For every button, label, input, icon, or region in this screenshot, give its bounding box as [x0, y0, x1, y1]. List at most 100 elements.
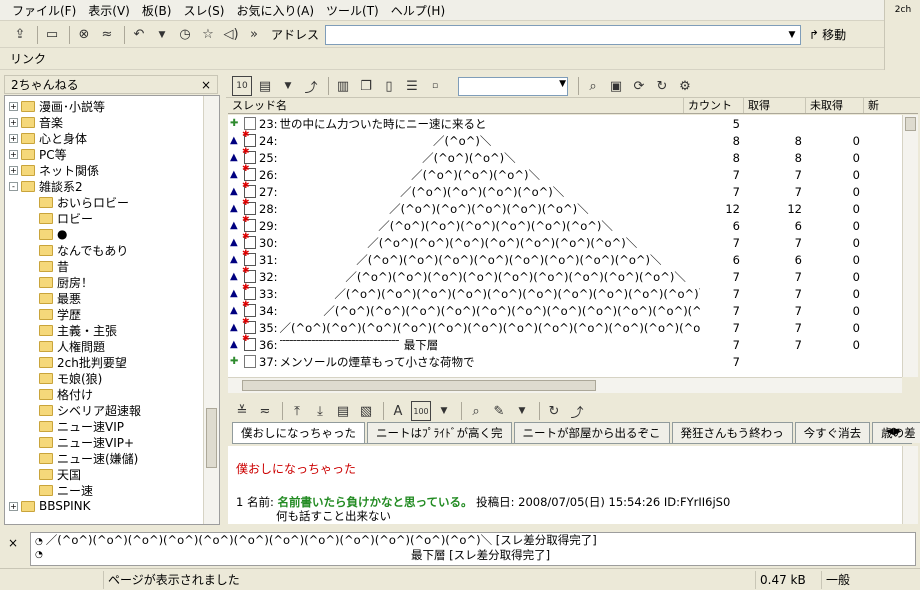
menu-item[interactable]: ヘルプ(H)	[385, 2, 451, 19]
thread-row[interactable]: ✚ 23: 世の中にム力ついた時にニー速に来ると 5	[228, 115, 902, 132]
thread-row[interactable]: ▲ ✱ 24: ／(^o^)＼ 8 8 0	[228, 130, 902, 149]
expand-icon[interactable]: +	[9, 101, 18, 111]
stop-icon[interactable]: ⊗	[74, 25, 94, 45]
thread-row[interactable]: ▲ ✱ 30: ／(^o^)(^o^)(^o^)(^o^)(^o^)(^o^)(^o…	[228, 232, 902, 251]
tree-item[interactable]: 格付け	[7, 386, 203, 402]
top-icon[interactable]: ⤒	[287, 401, 307, 421]
list-hscrollbar[interactable]	[228, 377, 902, 393]
tree-item[interactable]: + 音楽	[7, 114, 203, 130]
menu-item[interactable]: 板(B)	[136, 2, 178, 19]
speaker-icon[interactable]: ◁)	[221, 25, 241, 45]
write-icon[interactable]: ✎	[489, 401, 509, 421]
tree-item[interactable]: + 漫画･小説等	[7, 98, 203, 114]
font-icon[interactable]: A	[388, 401, 408, 421]
bottom-icon[interactable]: ⤓	[310, 401, 330, 421]
upload-icon[interactable]: ⇪	[10, 25, 30, 45]
thread-row[interactable]: ▲ ✱ 28: ／(^o^)(^o^)(^o^)(^o^)(^o^)＼ 12 12 0	[228, 198, 902, 217]
column-count[interactable]: カウント	[684, 98, 744, 113]
tree-item[interactable]: + 心と身体	[7, 130, 203, 146]
thread-row[interactable]: ▲ ✱ 34: ／(^o^)(^o^)(^o^)(^o^)(^o^)(^o^)(^o…	[228, 300, 902, 319]
undo-icon[interactable]: ↶	[129, 25, 149, 45]
wave-icon[interactable]: ≈	[97, 25, 117, 45]
thread-row[interactable]: ▲ ✱ 31: ／(^o^)(^o^)(^o^)(^o^)(^o^)(^o^)(^o…	[228, 249, 902, 268]
columns-icon[interactable]: ▥	[333, 76, 353, 96]
close-icon[interactable]: ×	[8, 536, 18, 550]
tree-item[interactable]: 天国	[7, 466, 203, 482]
thread-tab[interactable]: 僕おしになっちゃった	[232, 422, 365, 443]
tree-item[interactable]: ロビー	[7, 210, 203, 226]
menu-item[interactable]: 表示(V)	[82, 2, 136, 19]
count-100-icon[interactable]: 100	[411, 401, 431, 421]
list-scrollbar[interactable]	[902, 115, 918, 377]
chevron-down-icon[interactable]: ▼	[278, 76, 298, 96]
folder-up-icon[interactable]: ⤴	[567, 401, 587, 421]
column-title[interactable]: スレッド名	[228, 98, 684, 113]
reload-icon[interactable]: ↻	[652, 76, 672, 96]
tree-item[interactable]: シベリア超速報	[7, 402, 203, 418]
filter-icon[interactable]: ≂	[255, 401, 275, 421]
list-icon[interactable]: ☰	[402, 76, 422, 96]
thread-tab[interactable]: ニートが部屋から出るぞこ	[513, 422, 670, 443]
column-ungot[interactable]: 未取得	[806, 98, 864, 113]
tree-item[interactable]: 人権問題	[7, 338, 203, 354]
thread-row[interactable]: ▲ ✱ 27: ／(^o^)(^o^)(^o^)(^o^)＼ 7 7 0	[228, 181, 902, 200]
chevron-down-icon[interactable]: ▼	[559, 79, 566, 89]
filter-combo[interactable]: ▼	[458, 76, 568, 96]
tree-scrollbar[interactable]	[203, 96, 219, 524]
more-icon[interactable]: »	[244, 25, 264, 45]
thread-tab[interactable]: 今すぐ消去	[794, 422, 871, 443]
tree-item[interactable]: + BBSPINK	[7, 498, 203, 514]
tree-item[interactable]: ●	[7, 226, 203, 242]
thread-row[interactable]: ▲ ✱ 32: ／(^o^)(^o^)(^o^)(^o^)(^o^)(^o^)(^o…	[228, 266, 902, 285]
tree-item[interactable]: 厨房！	[7, 274, 203, 290]
tree-item[interactable]: ニュー速VIP	[7, 418, 203, 434]
clock-icon[interactable]: ◷	[175, 25, 195, 45]
tree-item[interactable]: モ娘(狼)	[7, 370, 203, 386]
chevron-down-icon[interactable]: ▼	[512, 401, 532, 421]
column-new[interactable]: 新	[864, 98, 918, 113]
post-number[interactable]: 1	[236, 495, 243, 509]
mark-icon[interactable]: ▤	[333, 401, 353, 421]
tree-item[interactable]: ニュー速(嫌儲)	[7, 450, 203, 466]
tree-item[interactable]: なんでもあり	[7, 242, 203, 258]
unmark-icon[interactable]: ▧	[356, 401, 376, 421]
folder-up-icon[interactable]: ⤴	[301, 76, 321, 96]
reload-icon[interactable]: ↻	[544, 401, 564, 421]
tree-item[interactable]: 昔	[7, 258, 203, 274]
thread-row[interactable]: ▲ ✱ 33: ／(^o^)(^o^)(^o^)(^o^)(^o^)(^o^)(^o…	[228, 283, 902, 302]
thread-row[interactable]: ▲ ✱ 29: ／(^o^)(^o^)(^o^)(^o^)(^o^)(^o^)＼ 6 6…	[228, 215, 902, 234]
scroll-thumb[interactable]	[905, 117, 916, 131]
chevron-down-icon[interactable]: ▼	[784, 26, 800, 44]
small-icon[interactable]: ▫	[425, 76, 445, 96]
tree-item[interactable]: + ネット関係	[7, 162, 203, 178]
thread-row[interactable]: ▲ ✱ 26: ／(^o^)(^o^)(^o^)＼ 7 7 0	[228, 164, 902, 183]
window-icon[interactable]: ▭	[42, 25, 62, 45]
tree-item[interactable]: ニュー速VIP+	[7, 434, 203, 450]
menu-item[interactable]: ツール(T)	[320, 2, 385, 19]
gear-icon[interactable]: ⚙	[675, 76, 695, 96]
tab-scroll[interactable]: ◀▶	[886, 426, 901, 437]
menu-item[interactable]: お気に入り(A)	[230, 2, 320, 19]
count-10-icon[interactable]: 10	[232, 76, 252, 96]
expand-icon[interactable]: +	[9, 501, 18, 511]
chevron-down-icon[interactable]: ▼	[434, 401, 454, 421]
menu-item[interactable]: スレ(S)	[177, 2, 230, 19]
chevron-down-icon[interactable]: ▼	[152, 25, 172, 45]
thread-row[interactable]: ✚ 37: メンソールの煙草もって小さな荷物で 7	[228, 353, 902, 370]
sort-icon[interactable]: ≚	[232, 401, 252, 421]
thread-tab[interactable]: 発狂さんもう終わっ	[671, 422, 793, 443]
copy-icon[interactable]: ❐	[356, 76, 376, 96]
expand-icon[interactable]: +	[9, 165, 18, 175]
thread-tab[interactable]: ニートはﾌﾟﾗｲﾄﾞが高く完	[367, 422, 512, 443]
expand-icon[interactable]: +	[9, 133, 18, 143]
tree-item[interactable]: + PC等	[7, 146, 203, 162]
tree-item[interactable]: ニー速	[7, 482, 203, 498]
go-button[interactable]: ↱ 移動	[809, 26, 846, 43]
tree-item[interactable]: 主義・主張	[7, 322, 203, 338]
scroll-thumb[interactable]	[206, 408, 217, 468]
thread-row[interactable]: ▲ ✱ 25: ／(^o^)(^o^)＼ 8 8 0	[228, 147, 902, 166]
thread-row[interactable]: ▲ ✱ 36:̄ ̄ ̄ ̄ ̄ ̄ ̄ ̄ ̄ ̄ ̄ ̄ ̄ ̄ ̄ ̄ ̄ ̄…	[228, 334, 902, 353]
thread-row[interactable]: ▲ ✱ 35: ／(^o^)(^o^)(^o^)(^o^)(^o^)(^o^)(^o^…	[228, 317, 902, 336]
article-scrollbar[interactable]	[902, 446, 918, 524]
tree-item[interactable]: おいらロビー	[7, 194, 203, 210]
